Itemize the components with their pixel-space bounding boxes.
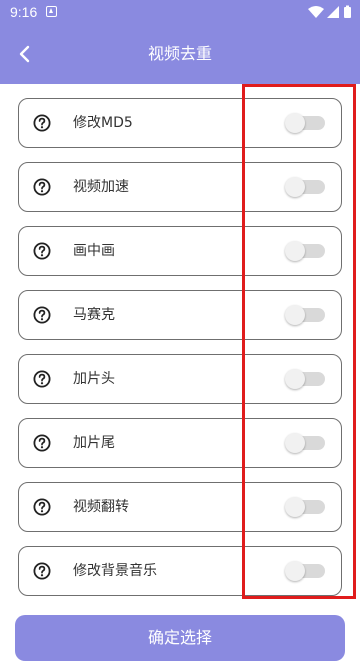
option-toggle[interactable] (285, 305, 327, 325)
help-icon[interactable] (33, 434, 51, 452)
option-row: 马赛克 (18, 290, 342, 340)
help-icon[interactable] (33, 242, 51, 260)
battery-icon (344, 5, 351, 18)
help-icon[interactable] (33, 178, 51, 196)
notification-icon (46, 6, 57, 17)
option-toggle[interactable] (285, 177, 327, 197)
toggle-thumb (285, 369, 305, 389)
help-icon[interactable] (33, 306, 51, 324)
status-time: 9:16 (10, 4, 38, 20)
toggle-thumb (285, 305, 305, 325)
signal-icon (327, 6, 339, 18)
option-toggle[interactable] (285, 241, 327, 261)
toggle-thumb (285, 561, 305, 581)
help-icon[interactable] (33, 498, 51, 516)
option-label: 视频翻转 (73, 499, 129, 515)
option-toggle[interactable] (285, 113, 327, 133)
toggle-thumb (285, 241, 305, 261)
option-label: 马赛克 (73, 307, 115, 323)
option-label: 画中画 (73, 243, 115, 259)
options-list: 修改MD5 视频加速画中画马赛克加片头加片尾视频翻转修改背景音乐 (18, 98, 342, 610)
option-row: 加片头 (18, 354, 342, 404)
option-label: 加片尾 (73, 435, 115, 451)
option-row: 画中画 (18, 226, 342, 276)
option-label: 视频加速 (73, 179, 129, 195)
app-bar: 视频去重 (0, 24, 360, 84)
option-label: 加片头 (73, 371, 115, 387)
status-bar: 9:16 (0, 0, 360, 24)
option-row: 加片尾 (18, 418, 342, 468)
option-toggle[interactable] (285, 497, 327, 517)
toggle-thumb (285, 177, 305, 197)
option-label: 修改MD5 (73, 115, 133, 131)
toggle-thumb (285, 497, 305, 517)
option-toggle[interactable] (285, 433, 327, 453)
page-title: 视频去重 (147, 44, 212, 63)
option-label: 修改背景音乐 (73, 563, 157, 579)
option-toggle[interactable] (285, 561, 327, 581)
option-toggle[interactable] (285, 369, 327, 389)
option-row: 修改MD5 (18, 98, 342, 148)
help-icon[interactable] (33, 370, 51, 388)
help-icon[interactable] (33, 562, 51, 580)
confirm-button[interactable]: 确定选择 (15, 615, 345, 661)
wifi-icon (308, 6, 324, 18)
help-icon[interactable] (33, 114, 51, 132)
toggle-thumb (285, 113, 305, 133)
option-row: 视频加速 (18, 162, 342, 212)
option-row: 视频翻转 (18, 482, 342, 532)
status-icons (308, 5, 351, 18)
toggle-thumb (285, 433, 305, 453)
option-row: 修改背景音乐 (18, 546, 342, 596)
